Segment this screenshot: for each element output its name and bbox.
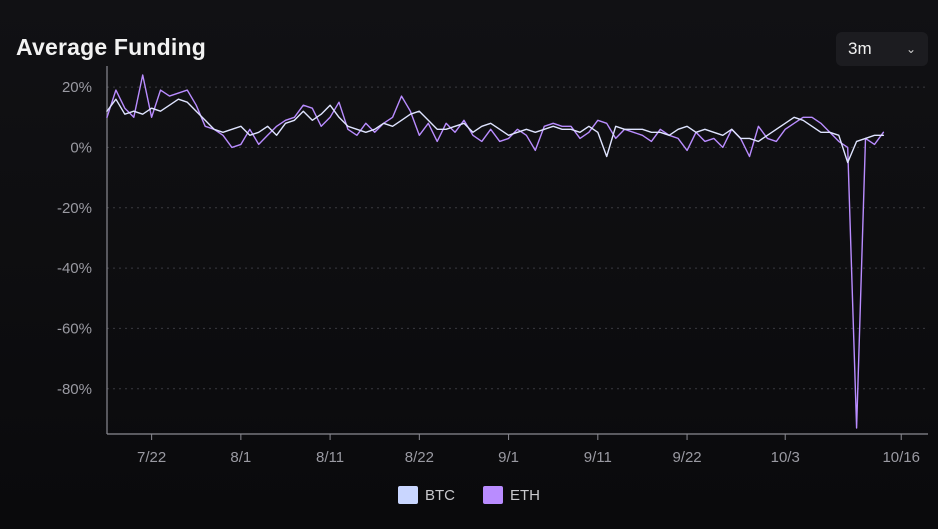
legend-swatch-eth (483, 486, 503, 504)
funding-line-chart: 20% 0% -20% -40% -60% -80% 7/22 8/1 8/11 8/22 9/1 9… (57, 66, 928, 466)
y-tick-label: 20% (62, 79, 92, 96)
x-tick-label: 8/22 (405, 449, 434, 466)
legend-item-btc[interactable]: BTC (398, 486, 455, 504)
legend-swatch-btc (398, 486, 418, 504)
y-tick-label: -60% (57, 320, 92, 337)
series-line-btc (106, 98, 885, 164)
legend-item-eth[interactable]: ETH (483, 486, 540, 504)
x-tick-label: 8/11 (316, 449, 344, 466)
y-tick-label: -40% (57, 260, 92, 277)
funding-card: Average Funding 3m ⌄ 20% 0% -20% -40% -60% -8… (0, 0, 938, 529)
x-tick-label: 7/22 (137, 449, 166, 466)
x-tick-label: 8/1 (230, 449, 251, 466)
y-tick-label: 0% (70, 139, 92, 156)
x-tick-label: 10/3 (771, 449, 800, 466)
legend-label-btc: BTC (425, 486, 455, 504)
chart-legend: BTC ETH (0, 486, 938, 504)
x-tick-label: 9/11 (584, 449, 612, 466)
x-tick-label: 9/22 (672, 449, 701, 466)
legend-label-eth: ETH (510, 486, 540, 504)
y-tick-label: -20% (57, 200, 92, 217)
x-tick-label: 9/1 (498, 449, 519, 466)
series-line-eth (106, 74, 885, 429)
x-tick-label: 10/16 (882, 449, 920, 466)
y-tick-label: -80% (57, 381, 92, 398)
